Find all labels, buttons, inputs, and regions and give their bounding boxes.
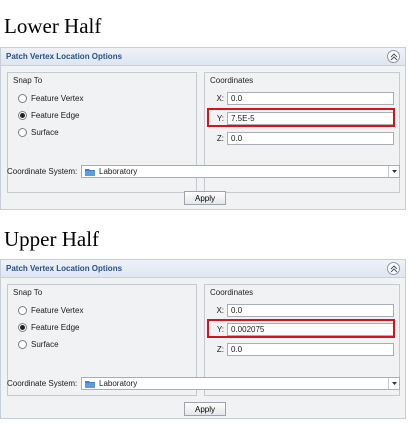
patch-vertex-panel-lower: Patch Vertex Location Options Snap To Fe… — [0, 47, 406, 210]
radio-button-selected[interactable] — [18, 110, 27, 120]
folder-icon — [85, 168, 95, 176]
upper-half-heading: Upper Half — [4, 227, 100, 251]
radio-button[interactable] — [18, 127, 27, 137]
coordinate-system-row: Coordinate System: Laboratory — [7, 165, 400, 178]
coord-z-row: Z: 0.0 — [211, 131, 395, 145]
coordinate-system-select[interactable]: Laboratory — [81, 165, 400, 178]
radio-surface[interactable]: Surface — [18, 126, 59, 138]
panel-title: Patch Vertex Location Options — [6, 52, 123, 61]
radio-label: Feature Edge — [31, 110, 80, 120]
lower-half-section: Lower Half Patch Vertex Location Options… — [0, 0, 409, 212]
snap-to-label: Snap To — [13, 76, 43, 85]
apply-button[interactable]: Apply — [184, 191, 226, 205]
coordinate-system-select[interactable]: Laboratory — [81, 377, 400, 390]
radio-feature-edge[interactable]: Feature Edge — [18, 109, 79, 121]
x-axis-label: X: — [216, 305, 224, 315]
coord-z-row: Z: 0.0 — [211, 342, 395, 356]
snap-to-label: Snap To — [13, 288, 43, 297]
collapse-button[interactable] — [387, 262, 400, 275]
radio-button[interactable] — [18, 339, 27, 349]
radio-label: Feature Vertex — [31, 305, 84, 315]
x-coordinate-input[interactable]: 0.0 — [227, 303, 394, 317]
coordinate-system-label: Coordinate System: — [7, 379, 78, 388]
radio-feature-vertex[interactable]: Feature Vertex — [18, 304, 83, 316]
panel-title: Patch Vertex Location Options — [6, 264, 123, 273]
y-highlight-box — [207, 108, 395, 127]
x-coordinate-input[interactable]: 0.0 — [227, 91, 394, 105]
patch-vertex-panel-upper: Patch Vertex Location Options Snap To Fe… — [0, 259, 406, 419]
x-axis-label: X: — [216, 93, 224, 103]
collapse-button[interactable] — [387, 50, 400, 63]
radio-feature-vertex[interactable]: Feature Vertex — [18, 92, 83, 104]
z-coordinate-input[interactable]: 0.0 — [227, 131, 394, 145]
z-coordinate-input[interactable]: 0.0 — [227, 342, 394, 356]
radio-label: Feature Vertex — [31, 93, 84, 103]
dropdown-arrow-icon[interactable] — [388, 166, 399, 177]
radio-label: Surface — [31, 127, 59, 137]
coord-x-row: X: 0.0 — [211, 91, 395, 105]
coord-x-row: X: 0.0 — [211, 303, 395, 317]
radio-label: Surface — [31, 339, 59, 349]
y-highlight-box — [207, 319, 395, 338]
panel-title-bar[interactable]: Patch Vertex Location Options — [1, 260, 405, 278]
coordinate-system-value: Laboratory — [99, 379, 138, 388]
z-axis-label: Z: — [216, 133, 224, 143]
double-chevron-up-icon — [390, 52, 397, 60]
radio-button[interactable] — [18, 305, 27, 315]
radio-button-selected[interactable] — [18, 322, 27, 332]
double-chevron-up-icon — [390, 264, 397, 272]
radio-surface[interactable]: Surface — [18, 338, 59, 350]
z-axis-label: Z: — [216, 344, 224, 354]
coordinate-system-value: Laboratory — [99, 167, 138, 176]
coordinates-label: Coordinates — [210, 288, 254, 297]
coordinate-system-row: Coordinate System: Laboratory — [7, 377, 400, 390]
coordinates-label: Coordinates — [210, 76, 254, 85]
apply-button[interactable]: Apply — [184, 402, 226, 416]
folder-icon — [85, 380, 95, 388]
coordinate-system-label: Coordinate System: — [7, 167, 78, 176]
dropdown-arrow-icon[interactable] — [388, 378, 399, 389]
panel-title-bar[interactable]: Patch Vertex Location Options — [1, 48, 405, 66]
radio-button[interactable] — [18, 93, 27, 103]
radio-label: Feature Edge — [31, 322, 80, 332]
upper-half-section: Upper Half Patch Vertex Location Options… — [0, 212, 409, 423]
lower-half-heading: Lower Half — [4, 14, 102, 38]
radio-feature-edge[interactable]: Feature Edge — [18, 321, 79, 333]
